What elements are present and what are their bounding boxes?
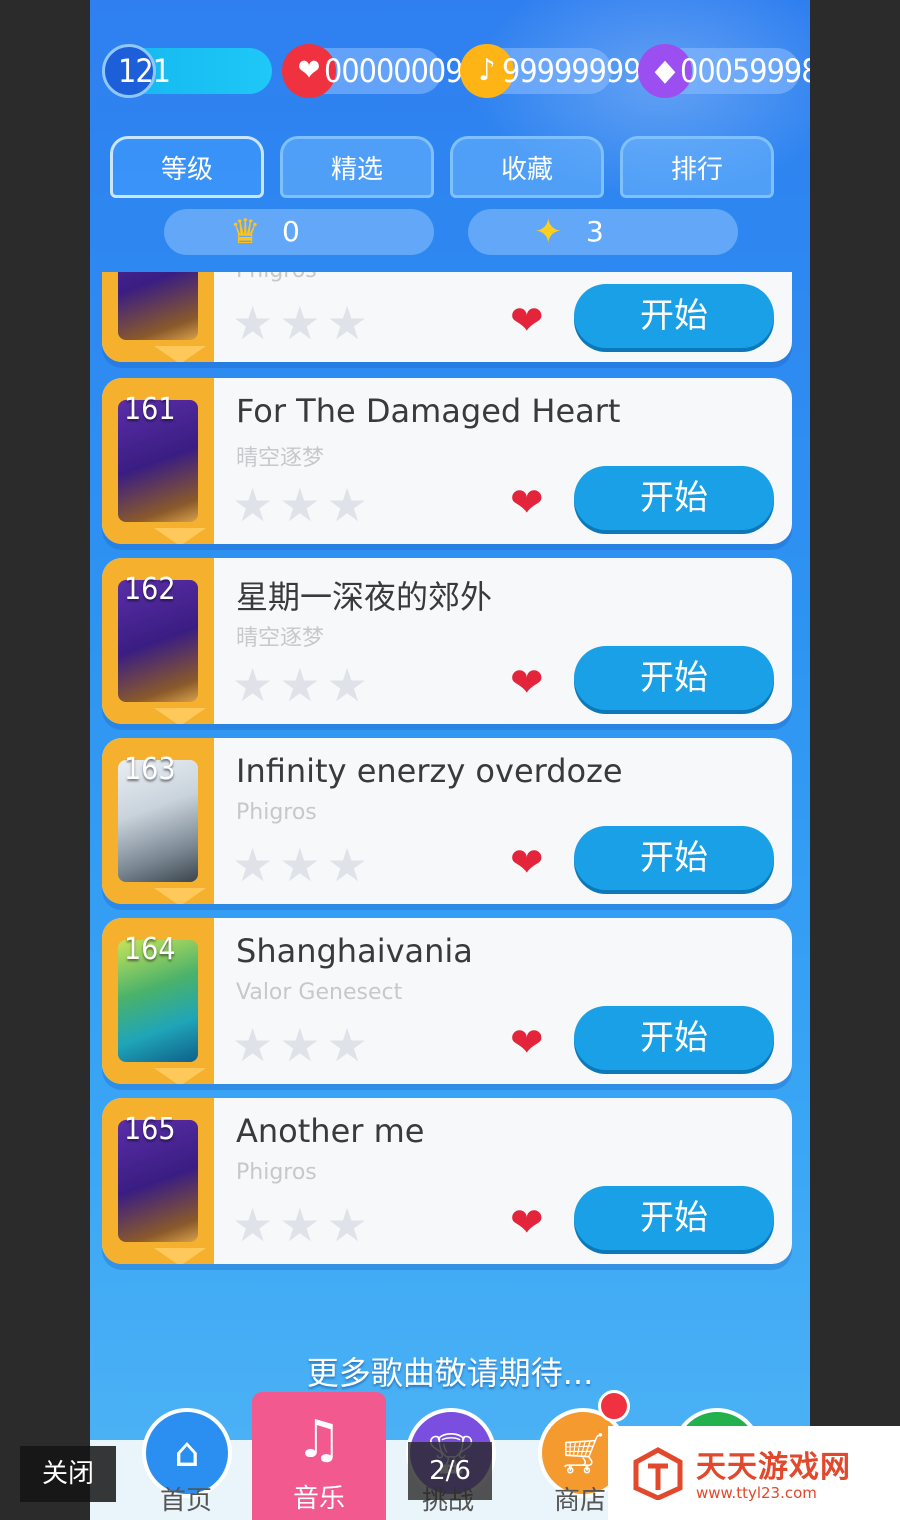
song-artist: Phigros [236, 1160, 317, 1185]
sparkle-icon: ✦ [534, 212, 563, 252]
crown-count: 0 [282, 215, 300, 248]
star-count-pill: ✦ 3 [468, 209, 738, 255]
song-number: 165 [124, 1112, 176, 1147]
song-list[interactable]: Phigros ★★★ ❤ 开始 161 For The Damaged Hea… [102, 272, 798, 1272]
difficulty-stars: ★★★ [232, 478, 374, 532]
difficulty-stars: ★★★ [232, 296, 374, 350]
song-card: Phigros ★★★ ❤ 开始 [102, 272, 792, 362]
tab-favorites[interactable]: 收藏 [450, 136, 604, 198]
nav-music-label: 音乐 [292, 1484, 345, 1514]
watermark: 天天游戏网 www.ttyl23.com [608, 1426, 900, 1520]
nav-music-tab[interactable]: ♫ 音乐 [252, 1392, 386, 1520]
song-title: Infinity enerzy overdoze [236, 752, 623, 790]
favorite-heart-icon[interactable]: ❤ [510, 298, 544, 344]
song-card: 164 Shanghaivania Valor Genesect ★★★ ❤ 开… [102, 918, 792, 1084]
favorite-heart-icon[interactable]: ❤ [510, 840, 544, 886]
hearts-value: 00000009 [324, 52, 463, 90]
music-note-icon: ♫ [295, 1410, 343, 1470]
song-artist: 晴空逐梦 [236, 626, 325, 651]
song-title: Shanghaivania [236, 932, 473, 970]
tab-level[interactable]: 等级 [110, 136, 264, 198]
favorite-heart-icon[interactable]: ❤ [510, 1200, 544, 1246]
song-title: 星期一深夜的郊外 [236, 578, 493, 616]
favorite-heart-icon[interactable]: ❤ [510, 1020, 544, 1066]
more-songs-text: 更多歌曲敬请期待... [306, 1354, 594, 1392]
hearts-pill[interactable]: ❤ 00000009 [282, 44, 463, 98]
crown-count-pill: ♛ 0 [164, 209, 434, 255]
tab-featured[interactable]: 精选 [280, 136, 434, 198]
game-screen: 121 ❤ 00000009 ♪ 99999999 ◆ 00059998 等级 … [90, 0, 810, 1520]
start-button[interactable]: 开始 [574, 466, 774, 530]
start-button[interactable]: 开始 [574, 1186, 774, 1250]
song-title: Another me [236, 1112, 425, 1150]
difficulty-stars: ★★★ [232, 838, 374, 892]
difficulty-stars: ★★★ [232, 1198, 374, 1252]
start-button[interactable]: 开始 [574, 826, 774, 890]
song-number: 163 [124, 752, 176, 787]
song-number: 162 [124, 572, 176, 607]
difficulty-stars: ★★★ [232, 1018, 374, 1072]
nav-shop-label[interactable]: 商店 [554, 1480, 606, 1517]
star-count: 3 [586, 215, 604, 248]
song-artist: Phigros [236, 800, 317, 825]
song-card: 165 Another me Phigros ★★★ ❤ 开始 [102, 1098, 792, 1264]
difficulty-stars: ★★★ [232, 658, 374, 712]
song-card: 163 Infinity enerzy overdoze Phigros ★★★… [102, 738, 792, 904]
song-number: 161 [124, 392, 176, 427]
song-number: 164 [124, 932, 176, 967]
coins-value: 99999999 [502, 52, 641, 90]
start-button[interactable]: 开始 [574, 284, 774, 348]
watermark-logo-icon [633, 1447, 683, 1500]
crown-icon: ♛ [230, 212, 261, 252]
song-card: 161 For The Damaged Heart 晴空逐梦 ★★★ ❤ 开始 [102, 378, 792, 544]
song-title: For The Damaged Heart [236, 392, 621, 430]
level-pill[interactable]: 121 [102, 44, 272, 98]
song-artist: Phigros [236, 272, 317, 283]
start-button[interactable]: 开始 [574, 1006, 774, 1070]
song-cover [118, 272, 198, 340]
nav-home-label[interactable]: 首页 [160, 1480, 212, 1517]
notification-dot [598, 1390, 630, 1422]
level-value: 121 [118, 52, 171, 90]
favorite-heart-icon[interactable]: ❤ [510, 660, 544, 706]
song-artist: Valor Genesect [236, 980, 403, 1005]
page-indicator: 2/6 [408, 1442, 492, 1500]
watermark-name: 天天游戏网 [696, 1450, 851, 1485]
song-artist: 晴空逐梦 [236, 446, 325, 471]
coins-pill[interactable]: ♪ 99999999 [460, 44, 641, 98]
song-card: 162 星期一深夜的郊外 晴空逐梦 ★★★ ❤ 开始 [102, 558, 792, 724]
start-button[interactable]: 开始 [574, 646, 774, 710]
gems-pill[interactable]: ◆ 00059998 [638, 44, 810, 98]
watermark-url: www.ttyl23.com [696, 1484, 817, 1502]
close-button[interactable]: 关闭 [20, 1446, 116, 1502]
gems-value: 00059998 [680, 52, 810, 90]
favorite-heart-icon[interactable]: ❤ [510, 480, 544, 526]
tab-ranking[interactable]: 排行 [620, 136, 774, 198]
